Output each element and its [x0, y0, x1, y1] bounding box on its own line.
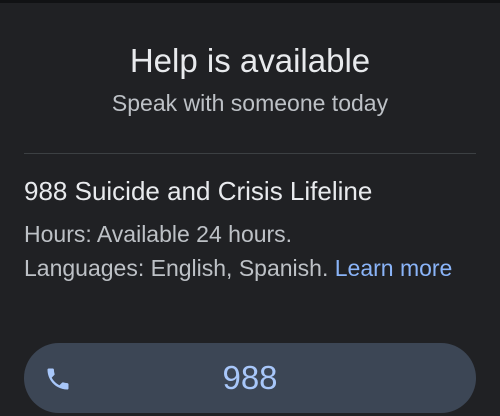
- languages-block: Languages: English, Spanish. Learn more: [24, 251, 464, 285]
- help-title: Help is available: [129, 42, 371, 79]
- hours-text: Hours: Available 24 hours.: [24, 221, 293, 247]
- divider: [24, 153, 476, 154]
- crisis-help-card: Help is available Speak with someone tod…: [0, 0, 500, 416]
- help-subtitle: Speak with someone today: [111, 90, 389, 116]
- call-number-label: 988: [222, 359, 278, 396]
- learn-more-link[interactable]: Learn more: [335, 255, 453, 281]
- lifeline-name: 988 Suicide and Crisis Lifeline: [24, 176, 373, 206]
- languages-text: Languages: English, Spanish.: [24, 255, 329, 281]
- call-988-button[interactable]: 988: [24, 343, 476, 413]
